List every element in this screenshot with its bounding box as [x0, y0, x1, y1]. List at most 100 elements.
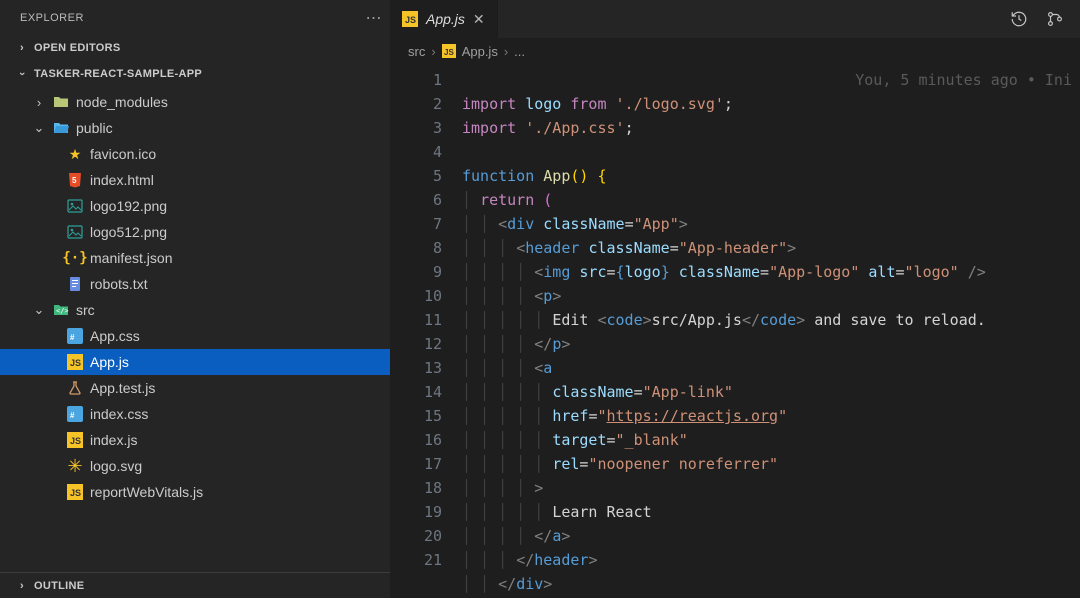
- svg-text:JS: JS: [70, 358, 81, 368]
- tree-item-label: reportWebVitals.js: [90, 484, 203, 500]
- tree-item-label: App.css: [90, 328, 140, 344]
- folder-row[interactable]: ⌄ </> src: [0, 297, 390, 323]
- git-blame-annotation: You, 5 minutes ago • Ini: [855, 68, 1072, 92]
- line-number: 20: [390, 524, 462, 548]
- compare-icon[interactable]: [1046, 10, 1064, 28]
- svg-text:JS: JS: [444, 48, 454, 57]
- editor-pane: JS App.js ✕ src › JS App.js › ...: [390, 0, 1080, 598]
- folder-row[interactable]: ⌄public: [0, 115, 390, 141]
- line-number: 10: [390, 284, 462, 308]
- html5-icon: 5: [66, 171, 84, 189]
- explorer-title: EXPLORER: [20, 12, 84, 24]
- breadcrumb-part[interactable]: src: [408, 44, 425, 59]
- chevron-right-icon: ›: [504, 44, 508, 59]
- open-editors-header[interactable]: › OPEN EDITORS: [0, 35, 390, 61]
- tree-item-label: App.test.js: [90, 380, 155, 396]
- svg-text:5: 5: [72, 176, 77, 185]
- outline-header[interactable]: › OUTLINE: [0, 572, 390, 598]
- chevron-right-icon: ›: [14, 42, 30, 54]
- svg-text:</>: </>: [56, 307, 69, 315]
- line-number: 14: [390, 380, 462, 404]
- line-number: 17: [390, 452, 462, 476]
- file-row[interactable]: JS index.js: [0, 427, 390, 453]
- file-row[interactable]: robots.txt: [0, 271, 390, 297]
- tree-item-label: src: [76, 302, 95, 318]
- line-number: 13: [390, 356, 462, 380]
- breadcrumb[interactable]: src › JS App.js › ...: [390, 38, 1080, 64]
- img-icon: [66, 197, 84, 215]
- chevron-right-icon: ›: [32, 95, 46, 110]
- js-icon: JS: [66, 431, 84, 449]
- line-number: 5: [390, 164, 462, 188]
- tree-item-label: App.js: [90, 354, 129, 370]
- open-editors-label: OPEN EDITORS: [34, 42, 121, 54]
- chevron-down-icon: ⌄: [32, 302, 46, 318]
- chevron-down-icon: ›: [16, 66, 28, 82]
- tree-item-label: favicon.ico: [90, 146, 156, 162]
- line-number: 2: [390, 92, 462, 116]
- css-icon: #: [66, 405, 84, 423]
- js-icon: JS: [66, 353, 84, 371]
- file-row[interactable]: {·}manifest.json: [0, 245, 390, 271]
- folder-src-icon: </>: [52, 301, 70, 319]
- workspace-label: TASKER-REACT-SAMPLE-APP: [34, 68, 202, 80]
- tab-app-js[interactable]: JS App.js ✕: [390, 0, 498, 38]
- css-icon: #: [66, 327, 84, 345]
- file-row[interactable]: logo512.png: [0, 219, 390, 245]
- history-icon[interactable]: [1010, 10, 1028, 28]
- workspace-header[interactable]: › TASKER-REACT-SAMPLE-APP: [0, 61, 390, 87]
- file-row[interactable]: ✳ logo.svg: [0, 453, 390, 479]
- img-icon: [66, 223, 84, 241]
- tree-item-label: logo512.png: [90, 224, 167, 240]
- tree-item-label: robots.txt: [90, 276, 148, 292]
- file-tree: › node_modules ⌄public ★ favicon.ico 5 index.h…: [0, 87, 390, 505]
- star-icon: ★: [66, 145, 84, 163]
- line-number: 15: [390, 404, 462, 428]
- line-number: 8: [390, 236, 462, 260]
- chevron-down-icon: ⌄: [32, 120, 46, 136]
- more-icon[interactable]: ⋯: [366, 8, 383, 28]
- line-number: 11: [390, 308, 462, 332]
- outline-label: OUTLINE: [34, 580, 84, 592]
- file-row[interactable]: JS reportWebVitals.js: [0, 479, 390, 505]
- code-area[interactable]: You, 5 minutes ago • Iniimport logo from…: [462, 64, 1080, 598]
- ast-icon: ✳: [66, 457, 84, 475]
- file-row[interactable]: App.test.js: [0, 375, 390, 401]
- svg-text:JS: JS: [405, 15, 416, 25]
- tab-label: App.js: [426, 11, 465, 27]
- tree-item-label: index.js: [90, 432, 137, 448]
- tree-item-label: node_modules: [76, 94, 168, 110]
- line-number: 19: [390, 500, 462, 524]
- file-row[interactable]: 5 index.html: [0, 167, 390, 193]
- tree-item-label: logo.svg: [90, 458, 142, 474]
- svg-text:#: #: [70, 333, 75, 342]
- tab-bar: JS App.js ✕: [390, 0, 1080, 38]
- file-row[interactable]: # index.css: [0, 401, 390, 427]
- tree-item-label: index.html: [90, 172, 154, 188]
- tree-item-label: index.css: [90, 406, 148, 422]
- tree-item-label: logo192.png: [90, 198, 167, 214]
- breadcrumb-part[interactable]: App.js: [462, 44, 498, 59]
- js-icon: JS: [402, 11, 418, 27]
- folder-closed-icon: [52, 93, 70, 111]
- svg-text:#: #: [70, 411, 75, 420]
- file-row[interactable]: JS App.js: [0, 349, 390, 375]
- folder-row[interactable]: › node_modules: [0, 89, 390, 115]
- close-icon[interactable]: ✕: [473, 11, 485, 28]
- txt-icon: [66, 275, 84, 293]
- svg-text:JS: JS: [70, 436, 81, 446]
- file-row[interactable]: logo192.png: [0, 193, 390, 219]
- file-row[interactable]: # App.css: [0, 323, 390, 349]
- line-number: 1: [390, 68, 462, 92]
- file-row[interactable]: ★ favicon.ico: [0, 141, 390, 167]
- js-icon: JS: [442, 44, 456, 58]
- line-number: 18: [390, 476, 462, 500]
- line-gutter: 123456789101112131415161718192021: [390, 64, 462, 598]
- line-number: 4: [390, 140, 462, 164]
- svg-text:JS: JS: [70, 488, 81, 498]
- breadcrumb-part[interactable]: ...: [514, 44, 525, 59]
- json-icon: {·}: [66, 249, 84, 267]
- explorer-sidebar: EXPLORER ⋯ › OPEN EDITORS › TASKER-REACT…: [0, 0, 390, 598]
- chevron-right-icon: ›: [14, 580, 30, 592]
- line-number: 12: [390, 332, 462, 356]
